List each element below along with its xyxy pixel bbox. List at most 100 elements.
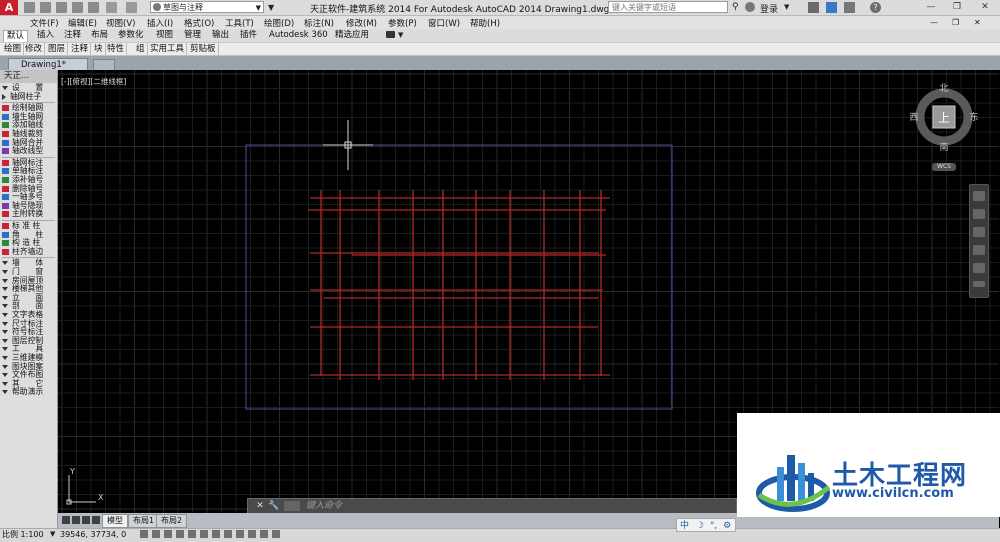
save-icon[interactable] [56,2,67,13]
menu-window[interactable]: 窗口(W) [428,17,460,29]
tab-featured-apps[interactable]: 精选应用 [332,30,372,41]
help-icon[interactable]: ? [870,2,881,13]
new-file-icon[interactable] [24,2,35,13]
palette-item[interactable]: 柱齐墙边 [2,247,57,257]
autodesk-360-icon[interactable] [826,2,837,13]
tab-model[interactable]: 模型 [102,514,128,528]
mdi-close-icon[interactable]: ✕ [974,18,981,27]
menu-dimension[interactable]: 标注(N) [304,17,334,29]
command-input[interactable]: 键入命令 [306,500,726,512]
moon-icon[interactable]: ☽ [696,521,704,531]
tab-layout2[interactable]: 布局2 [156,514,188,528]
ribbon-toggle-dropdown-icon[interactable]: ▼ [398,31,403,39]
menu-format[interactable]: 格式(O) [184,17,214,29]
orbit-icon[interactable] [973,245,985,255]
previous-layout-icon[interactable] [72,516,80,524]
quick-properties-icon[interactable] [260,530,268,538]
panel-draw[interactable]: 绘图 [2,43,25,55]
login-dropdown-icon[interactable]: ▼ [784,3,789,11]
compass-east[interactable]: 东 [969,111,978,123]
first-layout-icon[interactable] [62,516,70,524]
palette-item[interactable]: 帮助演示 [2,388,57,397]
compass-north[interactable]: 北 [939,83,948,94]
print-icon[interactable] [88,2,99,13]
redo-icon[interactable] [126,2,137,13]
mdi-restore-icon[interactable]: ❐ [952,18,959,27]
ribbon-toggle-icon[interactable] [386,31,395,38]
compass-west[interactable]: 西 [909,112,918,123]
panel-groups[interactable]: 组 [134,43,148,55]
ime-mode-label[interactable]: 中 [680,521,689,531]
menu-file[interactable]: 文件(F) [30,17,59,29]
customize-command-icon[interactable]: 🔧 [268,501,279,511]
tab-annotate[interactable]: 注释 [61,30,84,41]
save-as-icon[interactable] [72,2,83,13]
tab-autodesk-360[interactable]: Autodesk 360 [266,30,331,41]
tab-plugins[interactable]: 插件 [237,30,260,41]
panel-properties[interactable]: 特性 [105,43,128,55]
settings-gear-icon[interactable]: ⚙ [723,521,731,531]
tab-parametric[interactable]: 参数化 [115,30,147,41]
open-file-icon[interactable] [40,2,51,13]
menu-tools[interactable]: 工具(T) [225,17,254,29]
login-link[interactable]: 登录 [760,2,778,15]
ime-toolbar[interactable]: 中 ☽ °, ⚙ [676,518,736,532]
scale-dropdown-icon[interactable]: ▼ [50,530,55,538]
tab-insert[interactable]: 插入 [34,30,57,41]
zoom-icon[interactable] [973,227,985,237]
recent-commands-icon[interactable] [284,501,300,511]
tab-output[interactable]: 输出 [209,30,232,41]
palette-item[interactable]: 轴网柱子 [2,92,57,102]
coordinate-readout[interactable]: 39546, 37734, 0 [60,529,126,540]
undo-icon[interactable] [106,2,117,13]
mdi-minimize-icon[interactable]: — [930,18,938,27]
panel-modify[interactable]: 修改 [23,43,46,55]
tab-default[interactable]: 默认 [3,30,29,42]
tab-manage[interactable]: 管理 [181,30,204,41]
toolbar-dropdown-icon[interactable] [844,2,855,13]
panel-block[interactable]: 块 [92,43,106,55]
palette-title[interactable]: 天正... [0,70,57,83]
last-layout-icon[interactable] [92,516,100,524]
menu-parametric[interactable]: 参数(P) [388,17,417,29]
next-layout-icon[interactable] [82,516,90,524]
selection-cycling-icon[interactable] [272,530,280,538]
panel-layers[interactable]: 图层 [46,43,69,55]
close-button[interactable]: ✕ [972,0,998,15]
otrack-icon[interactable] [200,530,208,538]
search-icon[interactable]: ⚲ [732,2,743,13]
panel-clipboard[interactable]: 剪贴板 [188,43,219,55]
user-icon[interactable] [745,2,755,12]
workspace-selector[interactable]: 草图与注释 ▼ [150,1,264,13]
document-tab[interactable]: Drawing1* [8,58,88,70]
snap-icon[interactable] [140,530,148,538]
annotation-scale[interactable]: 比例 1:100 [2,529,44,540]
palette-item[interactable]: 主附转换 [2,210,57,219]
viewport-controls-label[interactable]: [-][俯视][二维线框] [61,76,126,87]
minimize-button[interactable]: — [918,0,944,15]
tab-layout1[interactable]: 布局1 [128,514,160,528]
palette-item[interactable]: 轴改线型 [2,146,57,156]
menu-edit[interactable]: 编辑(E) [68,17,97,29]
menu-draw[interactable]: 绘图(D) [264,17,294,29]
menu-modify[interactable]: 修改(M) [346,17,377,29]
ortho-icon[interactable] [164,530,172,538]
compass-south[interactable]: 南 [939,141,948,153]
lineweight-icon[interactable] [236,530,244,538]
navbar-menu-icon[interactable] [973,281,985,287]
steering-wheel-icon[interactable] [973,191,985,201]
tab-layout[interactable]: 布局 [88,30,111,41]
exchange-icon[interactable] [808,2,819,13]
close-command-icon[interactable]: ✕ [255,501,265,511]
punctuation-icon[interactable]: °, [710,521,717,531]
grid-display-icon[interactable] [152,530,160,538]
tab-view[interactable]: 视图 [153,30,176,41]
menu-help[interactable]: 帮助(H) [470,17,500,29]
wcs-menu-button[interactable]: WCS [932,163,956,171]
application-menu-button[interactable]: A [0,0,18,15]
dynamic-input-icon[interactable] [224,530,232,538]
ucs-toggle-icon[interactable] [212,530,220,538]
showmotion-icon[interactable] [973,263,985,273]
qat-dropdown-icon[interactable]: ▼ [268,3,274,12]
search-input[interactable]: 键入关键字或短语 [608,1,728,13]
